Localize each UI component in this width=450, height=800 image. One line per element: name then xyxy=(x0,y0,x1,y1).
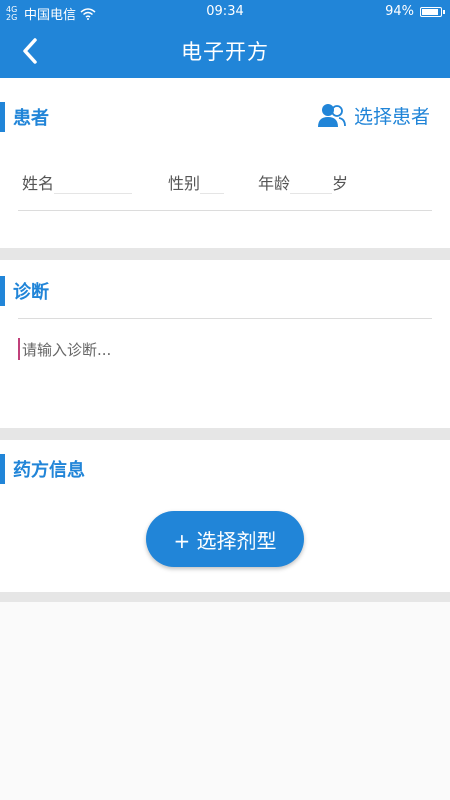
text-caret xyxy=(18,338,20,360)
patient-section-header: 患者 xyxy=(0,102,49,132)
name-label: 姓名 xyxy=(22,174,55,193)
age-field[interactable]: 年龄 岁 xyxy=(258,170,348,194)
diagnosis-section-header: 诊断 xyxy=(0,276,49,306)
prescription-section-title: 药方信息 xyxy=(13,460,85,481)
gender-input[interactable] xyxy=(200,171,225,194)
battery-icon xyxy=(420,6,445,17)
patient-section-title: 患者 xyxy=(13,108,49,129)
patient-divider xyxy=(18,210,432,211)
status-right: 94% xyxy=(385,4,445,19)
age-unit: 岁 xyxy=(332,174,349,193)
diagnosis-placeholder: 请输入诊断... xyxy=(22,340,112,359)
battery-percent: 94% xyxy=(385,4,414,19)
section-accent-bar xyxy=(0,276,5,306)
name-field[interactable]: 姓名 xyxy=(22,170,133,194)
gender-label: 性别 xyxy=(168,174,201,193)
section-gap xyxy=(0,428,450,440)
diagnosis-section-title: 诊断 xyxy=(13,282,49,303)
section-gap xyxy=(0,248,450,260)
name-input[interactable] xyxy=(54,171,133,194)
battery-fill xyxy=(422,8,438,15)
select-patient-button[interactable]: 选择患者 xyxy=(317,102,430,129)
diagnosis-divider xyxy=(18,318,432,319)
select-patient-label: 选择患者 xyxy=(353,106,430,128)
select-dosage-form-button[interactable]: + 选择剂型 xyxy=(146,511,304,567)
users-icon xyxy=(317,103,346,127)
status-bar: 4G 2G 中国电信 09:34 94% xyxy=(0,0,450,24)
patient-section: 患者 选择患者 姓名 性别 年龄 岁 xyxy=(0,78,450,248)
age-label: 年龄 xyxy=(258,174,291,193)
section-gap xyxy=(0,592,450,602)
gender-field[interactable]: 性别 xyxy=(168,170,225,194)
page-title: 电子开方 xyxy=(181,40,269,64)
nav-bar: 电子开方 xyxy=(0,24,450,78)
diagnosis-input[interactable]: 请输入诊断... xyxy=(18,334,432,364)
age-input[interactable] xyxy=(290,171,333,194)
section-accent-bar xyxy=(0,102,5,132)
status-time: 09:34 xyxy=(206,4,244,19)
prescription-section-header: 药方信息 xyxy=(0,454,85,484)
prescription-section: 药方信息 + 选择剂型 xyxy=(0,440,450,592)
section-accent-bar xyxy=(0,454,5,484)
patient-fields: 姓名 性别 年龄 岁 xyxy=(18,170,432,200)
diagnosis-section: 诊断 请输入诊断... xyxy=(0,260,450,428)
top-bar: 4G 2G 中国电信 09:34 94% 电子开方 xyxy=(0,0,450,78)
